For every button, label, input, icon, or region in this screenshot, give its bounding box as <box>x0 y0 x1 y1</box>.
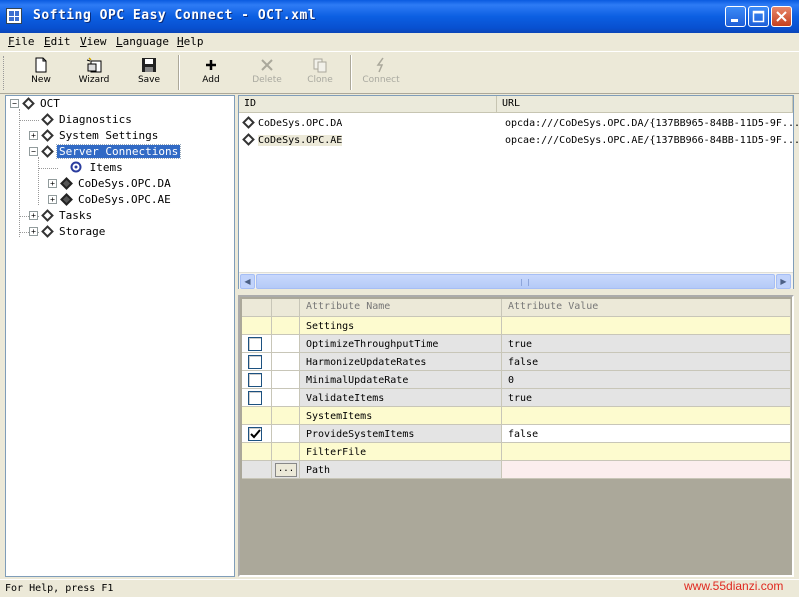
scroll-right-arrow[interactable]: ▶ <box>776 274 791 289</box>
delete-button[interactable]: Delete <box>248 55 286 91</box>
connect-button[interactable]: Connect <box>360 55 402 91</box>
checkmark-icon <box>250 429 261 439</box>
column-header-value[interactable]: Attribute Value <box>502 299 791 317</box>
node-icon <box>60 192 73 206</box>
tree-node-oct[interactable]: − OCT <box>9 96 62 112</box>
tree-node-tasks[interactable]: + Tasks <box>28 208 94 224</box>
column-header-url[interactable]: URL <box>497 96 793 113</box>
attribute-grid[interactable]: Attribute Name Attribute Value Settings … <box>238 295 794 577</box>
items-icon <box>70 161 82 173</box>
collapse-toggle[interactable]: − <box>29 147 38 156</box>
path-value-field[interactable] <box>502 461 791 479</box>
expand-toggle[interactable]: + <box>48 195 57 204</box>
expand-toggle[interactable]: + <box>29 227 38 236</box>
new-document-icon <box>35 57 47 73</box>
row-checkbox[interactable] <box>248 355 262 369</box>
clone-button[interactable]: Clone <box>301 55 339 91</box>
status-bar: For Help, press F1 <box>0 579 799 597</box>
wizard-button[interactable]: Wizard <box>74 55 114 91</box>
row-checkbox[interactable] <box>248 373 262 387</box>
add-button[interactable]: Add <box>194 55 228 91</box>
title-bar: Softing OPC Easy Connect - OCT.xml <box>0 0 799 33</box>
grid-row[interactable]: MinimalUpdateRate 0 <box>242 371 791 389</box>
node-icon <box>41 128 54 142</box>
toolbar-grip[interactable] <box>3 56 6 90</box>
close-button[interactable] <box>771 6 792 27</box>
grid-section-row[interactable]: FilterFile <box>242 443 791 461</box>
grid-row[interactable]: ... Path <box>242 461 791 479</box>
watermark: www.55dianzi.com <box>684 579 784 593</box>
grid-row[interactable]: OptimizeThroughputTime true <box>242 335 791 353</box>
connection-icon <box>242 115 255 129</box>
toolbar: New Wizard Save Add Delete Clone Connect <box>0 51 799 94</box>
menu-bar: File Edit View Language Help <box>0 33 799 51</box>
horizontal-scrollbar[interactable]: ◀ ▶ <box>239 272 793 289</box>
node-icon <box>41 112 54 126</box>
row-checkbox-checked[interactable] <box>248 427 262 441</box>
scroll-left-arrow[interactable]: ◀ <box>240 274 255 289</box>
list-row[interactable]: CoDeSys.OPC.AE opcae:///CoDeSys.OPC.AE/{… <box>239 132 799 149</box>
tree-node-system-settings[interactable]: + System Settings <box>28 128 160 144</box>
row-checkbox[interactable] <box>248 337 262 351</box>
toolbar-separator <box>178 55 180 90</box>
add-icon <box>206 60 216 70</box>
expand-toggle[interactable]: + <box>29 211 38 220</box>
tree-guide <box>38 157 39 205</box>
tree-node-storage[interactable]: + Storage <box>28 224 107 240</box>
connect-icon <box>376 57 384 73</box>
tree-node-items[interactable]: Items <box>49 160 125 176</box>
row-checkbox[interactable] <box>248 391 262 405</box>
column-header-id[interactable]: ID <box>239 96 497 113</box>
node-icon <box>41 224 54 238</box>
expand-toggle[interactable]: + <box>48 179 57 188</box>
collapse-toggle[interactable]: − <box>10 99 19 108</box>
save-icon <box>142 58 156 72</box>
app-icon <box>6 8 22 24</box>
menu-view[interactable]: View <box>80 35 107 48</box>
node-icon <box>60 176 73 190</box>
connection-icon <box>242 132 255 146</box>
configuration-tree[interactable]: − OCT Diagnostics + System Settings − Se… <box>5 95 235 577</box>
connection-list[interactable]: ID URL CoDeSys.OPC.DA opcda:///CoDeSys.O… <box>238 95 799 289</box>
tree-node-codesys-opc-ae[interactable]: + CoDeSys.OPC.AE <box>47 192 173 208</box>
grid-header: Attribute Name Attribute Value <box>242 299 791 317</box>
grid-row[interactable]: ProvideSystemItems false <box>242 425 791 443</box>
grid-row[interactable]: ValidateItems true <box>242 389 791 407</box>
minimize-button[interactable] <box>725 6 746 27</box>
node-icon <box>41 208 54 222</box>
scroll-thumb[interactable] <box>256 274 775 289</box>
save-button[interactable]: Save <box>131 55 167 91</box>
menu-language[interactable]: Language <box>116 35 169 48</box>
grid-row[interactable]: HarmonizeUpdateRates false <box>242 353 791 371</box>
menu-help[interactable]: Help <box>177 35 204 48</box>
node-icon <box>22 96 35 110</box>
column-header-name[interactable]: Attribute Name <box>300 299 502 317</box>
toolbar-separator <box>350 55 352 90</box>
status-text: For Help, press F1 <box>5 583 114 594</box>
browse-button[interactable]: ... <box>275 463 297 477</box>
tree-node-server-connections[interactable]: − Server Connections <box>28 144 182 160</box>
window-title: Softing OPC Easy Connect - OCT.xml <box>33 8 317 23</box>
expand-toggle[interactable]: + <box>29 131 38 140</box>
tree-guide <box>19 109 20 237</box>
node-icon <box>41 144 54 158</box>
clone-icon <box>313 58 327 73</box>
new-button[interactable]: New <box>22 55 60 91</box>
grid-section-row[interactable]: SystemItems <box>242 407 791 425</box>
wizard-icon <box>86 57 102 73</box>
tree-node-diagnostics[interactable]: Diagnostics <box>28 112 134 128</box>
tree-node-codesys-opc-da[interactable]: + CoDeSys.OPC.DA <box>47 176 173 192</box>
delete-icon <box>261 59 273 71</box>
list-header: ID URL <box>239 96 793 113</box>
menu-file[interactable]: File <box>8 35 35 48</box>
menu-edit[interactable]: Edit <box>44 35 71 48</box>
maximize-button[interactable] <box>748 6 769 27</box>
list-row[interactable]: CoDeSys.OPC.DA opcda:///CoDeSys.OPC.DA/{… <box>239 115 799 132</box>
grid-section-row[interactable]: Settings <box>242 317 791 335</box>
